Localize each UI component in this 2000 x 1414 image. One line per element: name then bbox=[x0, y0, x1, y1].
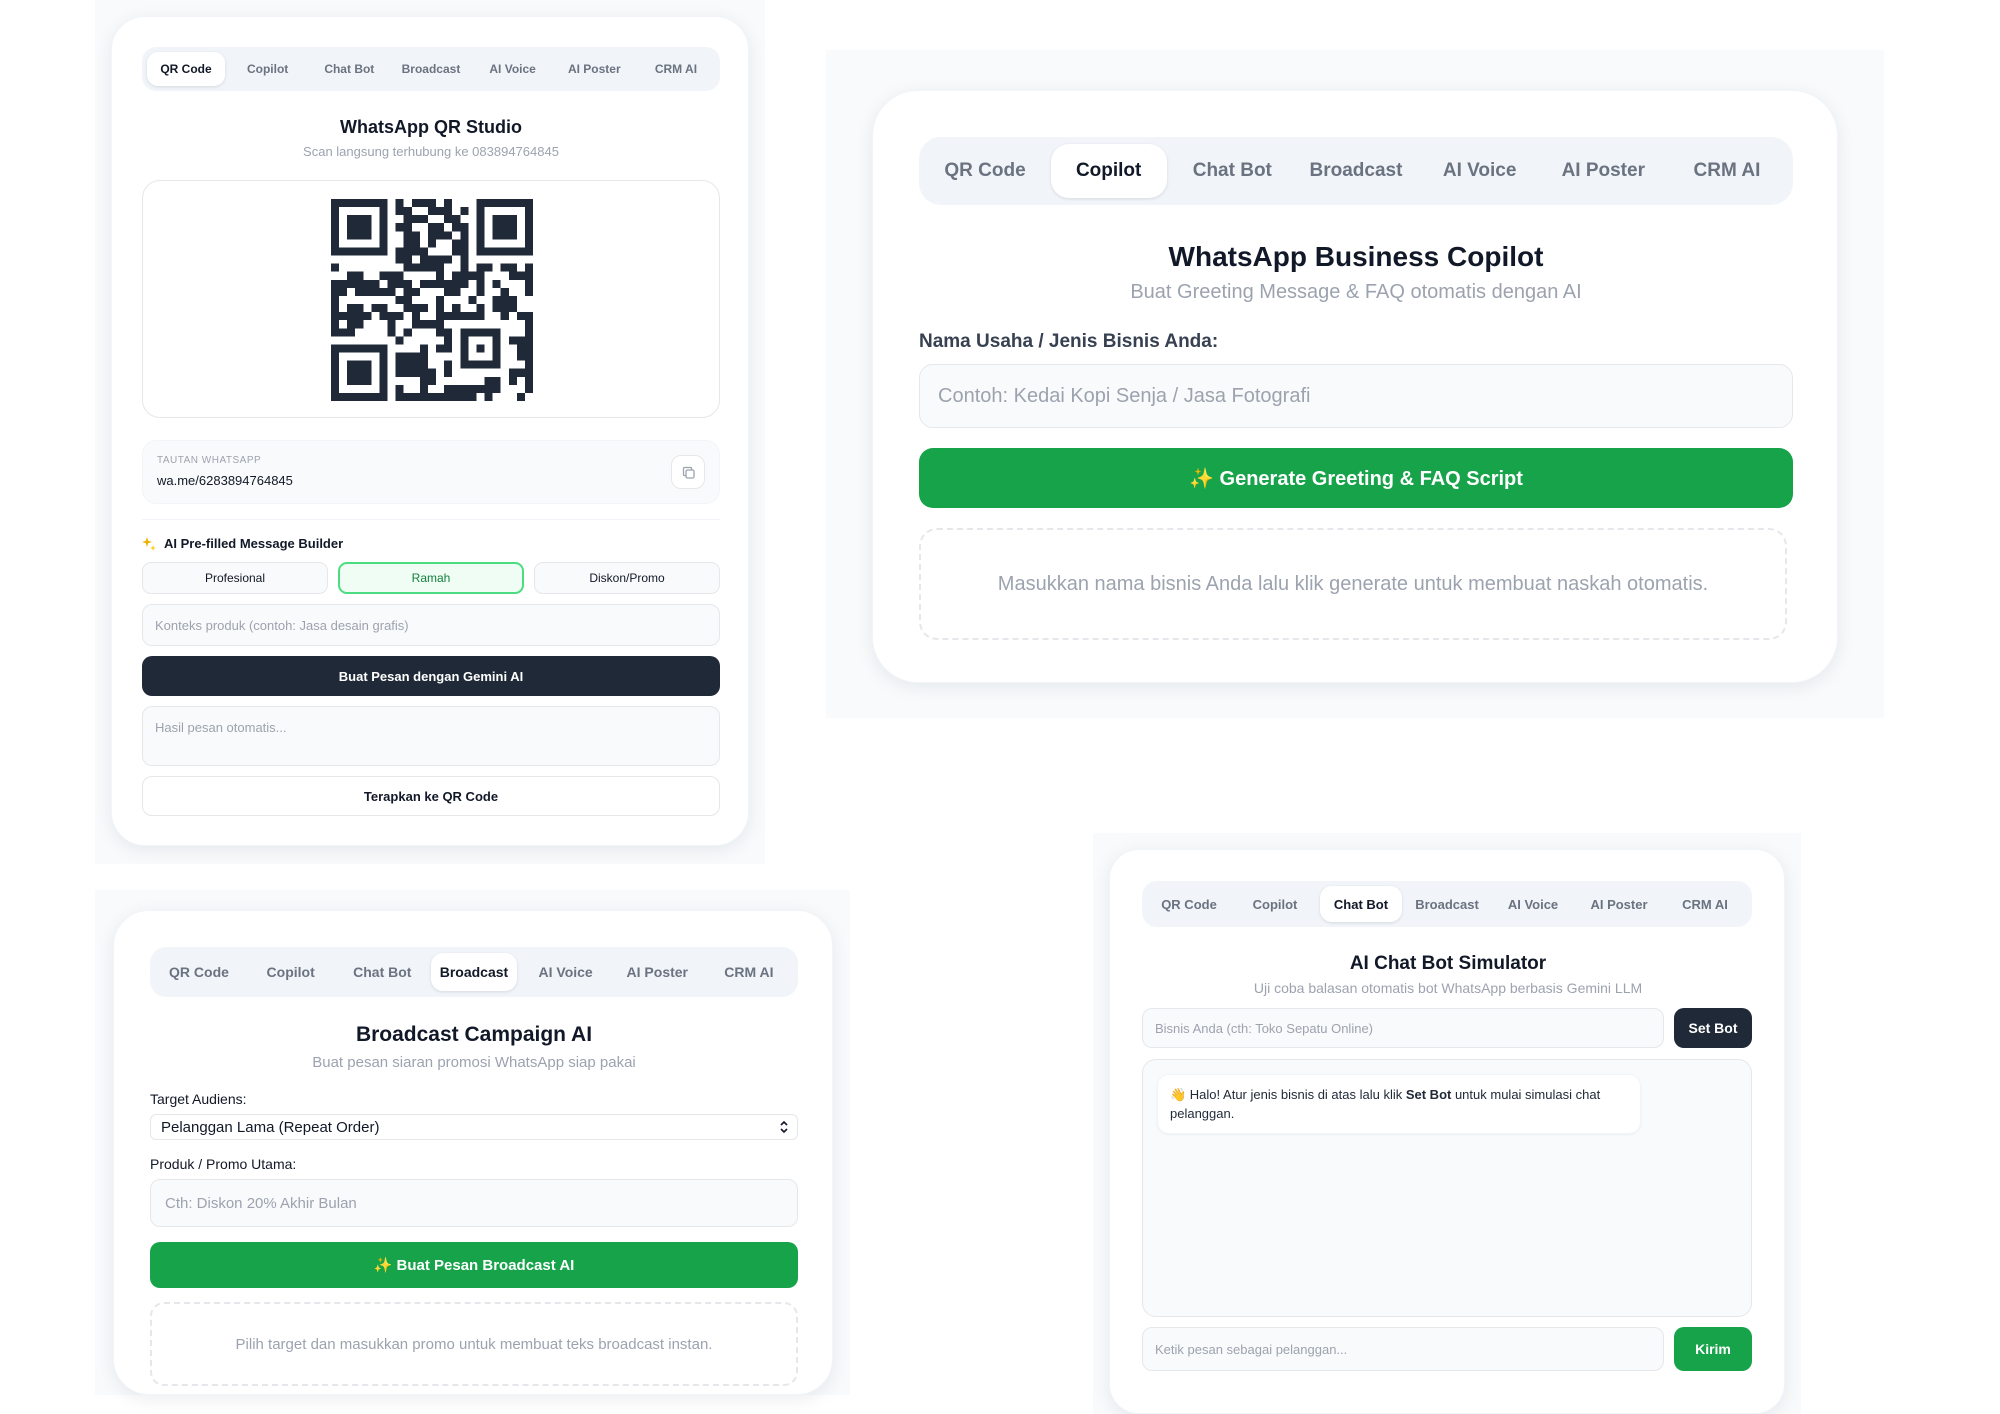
qr-code-image bbox=[331, 199, 533, 401]
builder-heading: AI Pre-filled Message Builder bbox=[142, 536, 343, 551]
bot-message-text: 👋 Halo! Atur jenis bisnis di atas lalu k… bbox=[1170, 1087, 1406, 1102]
business-type-input[interactable]: Bisnis Anda (cth: Toko Sepatu Online) bbox=[1142, 1008, 1664, 1048]
bot-message-bold: Set Bot bbox=[1405, 1087, 1452, 1102]
page-subtitle: Uji coba balasan otomatis bot WhatsApp b… bbox=[1253, 980, 1643, 996]
page-title: WhatsApp QR Studio bbox=[340, 117, 522, 137]
tab-crm-ai[interactable]: CRM AI bbox=[706, 953, 792, 991]
tab-broadcast[interactable]: Broadcast bbox=[430, 953, 517, 991]
broadcast-panel: QR Code Copilot Chat Bot Broadcast AI Vo… bbox=[95, 890, 850, 1395]
qr-code-frame bbox=[142, 180, 720, 418]
product-context-input[interactable]: Konteks produk (contoh: Jasa desain graf… bbox=[142, 604, 720, 646]
link-label: TAUTAN WHATSAPP bbox=[157, 455, 262, 466]
promo-placeholder: Cth: Diskon 20% Akhir Bulan bbox=[165, 1195, 357, 1212]
qr-tab-bar: QR Code Copilot Chat Bot Broadcast AI Vo… bbox=[142, 47, 720, 91]
sparkles-icon bbox=[142, 536, 156, 551]
send-button[interactable]: Kirim bbox=[1674, 1327, 1752, 1371]
copy-button[interactable] bbox=[671, 455, 705, 489]
business-name-label: Nama Usaha / Jenis Bisnis Anda: bbox=[919, 331, 1219, 352]
tab-ai-voice[interactable]: AI Voice bbox=[1492, 886, 1574, 922]
broadcast-card: QR Code Copilot Chat Bot Broadcast AI Vo… bbox=[113, 910, 833, 1395]
tab-ai-poster[interactable]: AI Poster bbox=[1545, 144, 1661, 198]
tab-qr-code[interactable]: QR Code bbox=[156, 953, 242, 991]
tab-ai-voice[interactable]: AI Voice bbox=[474, 52, 552, 86]
broadcast-tab-bar: QR Code Copilot Chat Bot Broadcast AI Vo… bbox=[150, 947, 798, 997]
target-audience-value: Pelanggan Lama (Repeat Order) bbox=[161, 1119, 380, 1136]
tone-profesional[interactable]: Profesional bbox=[142, 562, 328, 594]
tone-diskon-promo[interactable]: Diskon/Promo bbox=[534, 562, 720, 594]
copilot-tab-bar: QR Code Copilot Chat Bot Broadcast AI Vo… bbox=[919, 137, 1793, 205]
tab-copilot[interactable]: Copilot bbox=[229, 52, 307, 86]
product-context-placeholder: Konteks produk (contoh: Jasa desain graf… bbox=[155, 618, 409, 633]
business-name-input[interactable]: Contoh: Kedai Kopi Senja / Jasa Fotograf… bbox=[919, 364, 1793, 428]
set-bot-button[interactable]: Set Bot bbox=[1674, 1008, 1752, 1048]
tab-chat-bot[interactable]: Chat Bot bbox=[1320, 886, 1402, 922]
generate-greeting-button[interactable]: ✨ Generate Greeting & FAQ Script bbox=[919, 448, 1793, 508]
customer-message-placeholder: Ketik pesan sebagai pelanggan... bbox=[1155, 1342, 1348, 1357]
link-value: wa.me/6283894764845 bbox=[157, 473, 293, 488]
tab-broadcast[interactable]: Broadcast bbox=[392, 52, 470, 86]
copilot-card: QR Code Copilot Chat Bot Broadcast AI Vo… bbox=[872, 90, 1838, 683]
promo-label: Produk / Promo Utama: bbox=[150, 1156, 297, 1172]
tab-chat-bot[interactable]: Chat Bot bbox=[1174, 144, 1290, 198]
tab-chat-bot[interactable]: Chat Bot bbox=[339, 953, 425, 991]
builder-title: AI Pre-filled Message Builder bbox=[164, 536, 344, 551]
tab-copilot[interactable]: Copilot bbox=[248, 953, 334, 991]
tab-ai-poster[interactable]: AI Poster bbox=[555, 52, 633, 86]
bot-message-bubble: 👋 Halo! Atur jenis bisnis di atas lalu k… bbox=[1157, 1074, 1641, 1134]
page-title: WhatsApp Business Copilot bbox=[1168, 241, 1544, 272]
business-type-placeholder: Bisnis Anda (cth: Toko Sepatu Online) bbox=[1155, 1021, 1373, 1036]
target-audience-label: Target Audiens: bbox=[150, 1091, 247, 1107]
generated-message-placeholder: Hasil pesan otomatis... bbox=[155, 720, 287, 735]
tab-qr-code[interactable]: QR Code bbox=[927, 144, 1043, 198]
chatbot-card: QR Code Copilot Chat Bot Broadcast AI Vo… bbox=[1109, 849, 1785, 1414]
tab-copilot[interactable]: Copilot bbox=[1050, 144, 1167, 198]
tab-ai-voice[interactable]: AI Voice bbox=[523, 953, 609, 991]
tab-chat-bot[interactable]: Chat Bot bbox=[310, 52, 388, 86]
qr-card: QR Code Copilot Chat Bot Broadcast AI Vo… bbox=[111, 16, 749, 846]
qr-panel: QR Code Copilot Chat Bot Broadcast AI Vo… bbox=[95, 0, 765, 864]
page-title: Broadcast Campaign AI bbox=[355, 1023, 593, 1046]
copilot-empty-state: Masukkan nama bisnis Anda lalu klik gene… bbox=[919, 528, 1787, 640]
whatsapp-link-box: TAUTAN WHATSAPP wa.me/6283894764845 bbox=[142, 440, 720, 504]
tab-copilot[interactable]: Copilot bbox=[1234, 886, 1316, 922]
select-arrows-icon bbox=[780, 1120, 788, 1134]
generated-message-output[interactable]: Hasil pesan otomatis... bbox=[142, 706, 720, 766]
customer-message-input[interactable]: Ketik pesan sebagai pelanggan... bbox=[1142, 1327, 1664, 1371]
tab-qr-code[interactable]: QR Code bbox=[1148, 886, 1230, 922]
tab-crm-ai[interactable]: CRM AI bbox=[1664, 886, 1746, 922]
tab-qr-code[interactable]: QR Code bbox=[147, 52, 225, 86]
tab-ai-voice[interactable]: AI Voice bbox=[1422, 144, 1538, 198]
page-subtitle: Buat Greeting Message & FAQ otomatis den… bbox=[1130, 281, 1582, 303]
broadcast-empty-state: Pilih target dan masukkan promo untuk me… bbox=[150, 1302, 798, 1386]
tab-broadcast[interactable]: Broadcast bbox=[1406, 886, 1488, 922]
tab-crm-ai[interactable]: CRM AI bbox=[1669, 144, 1785, 198]
tab-crm-ai[interactable]: CRM AI bbox=[637, 52, 715, 86]
target-audience-select[interactable]: Pelanggan Lama (Repeat Order) bbox=[150, 1114, 798, 1140]
business-name-placeholder: Contoh: Kedai Kopi Senja / Jasa Fotograf… bbox=[938, 385, 1311, 407]
tab-ai-poster[interactable]: AI Poster bbox=[614, 953, 700, 991]
chat-window[interactable]: 👋 Halo! Atur jenis bisnis di atas lalu k… bbox=[1142, 1059, 1752, 1317]
page-title: AI Chat Bot Simulator bbox=[1349, 953, 1547, 974]
section-divider bbox=[142, 519, 720, 520]
tab-ai-poster[interactable]: AI Poster bbox=[1578, 886, 1660, 922]
copy-icon bbox=[682, 466, 695, 479]
chatbot-panel: QR Code Copilot Chat Bot Broadcast AI Vo… bbox=[1093, 833, 1801, 1414]
tone-ramah[interactable]: Ramah bbox=[338, 562, 524, 594]
create-broadcast-button[interactable]: ✨ Buat Pesan Broadcast AI bbox=[150, 1242, 798, 1288]
generate-message-button[interactable]: Buat Pesan dengan Gemini AI bbox=[142, 656, 720, 696]
page-subtitle: Buat pesan siaran promosi WhatsApp siap … bbox=[312, 1054, 636, 1071]
chatbot-tab-bar: QR Code Copilot Chat Bot Broadcast AI Vo… bbox=[1142, 881, 1752, 927]
apply-to-qr-button[interactable]: Terapkan ke QR Code bbox=[142, 776, 720, 816]
promo-input[interactable]: Cth: Diskon 20% Akhir Bulan bbox=[150, 1179, 798, 1227]
copilot-panel: QR Code Copilot Chat Bot Broadcast AI Vo… bbox=[826, 50, 1884, 718]
tab-broadcast[interactable]: Broadcast bbox=[1298, 144, 1414, 198]
page-subtitle: Scan langsung terhubung ke 083894764845 bbox=[303, 144, 559, 159]
